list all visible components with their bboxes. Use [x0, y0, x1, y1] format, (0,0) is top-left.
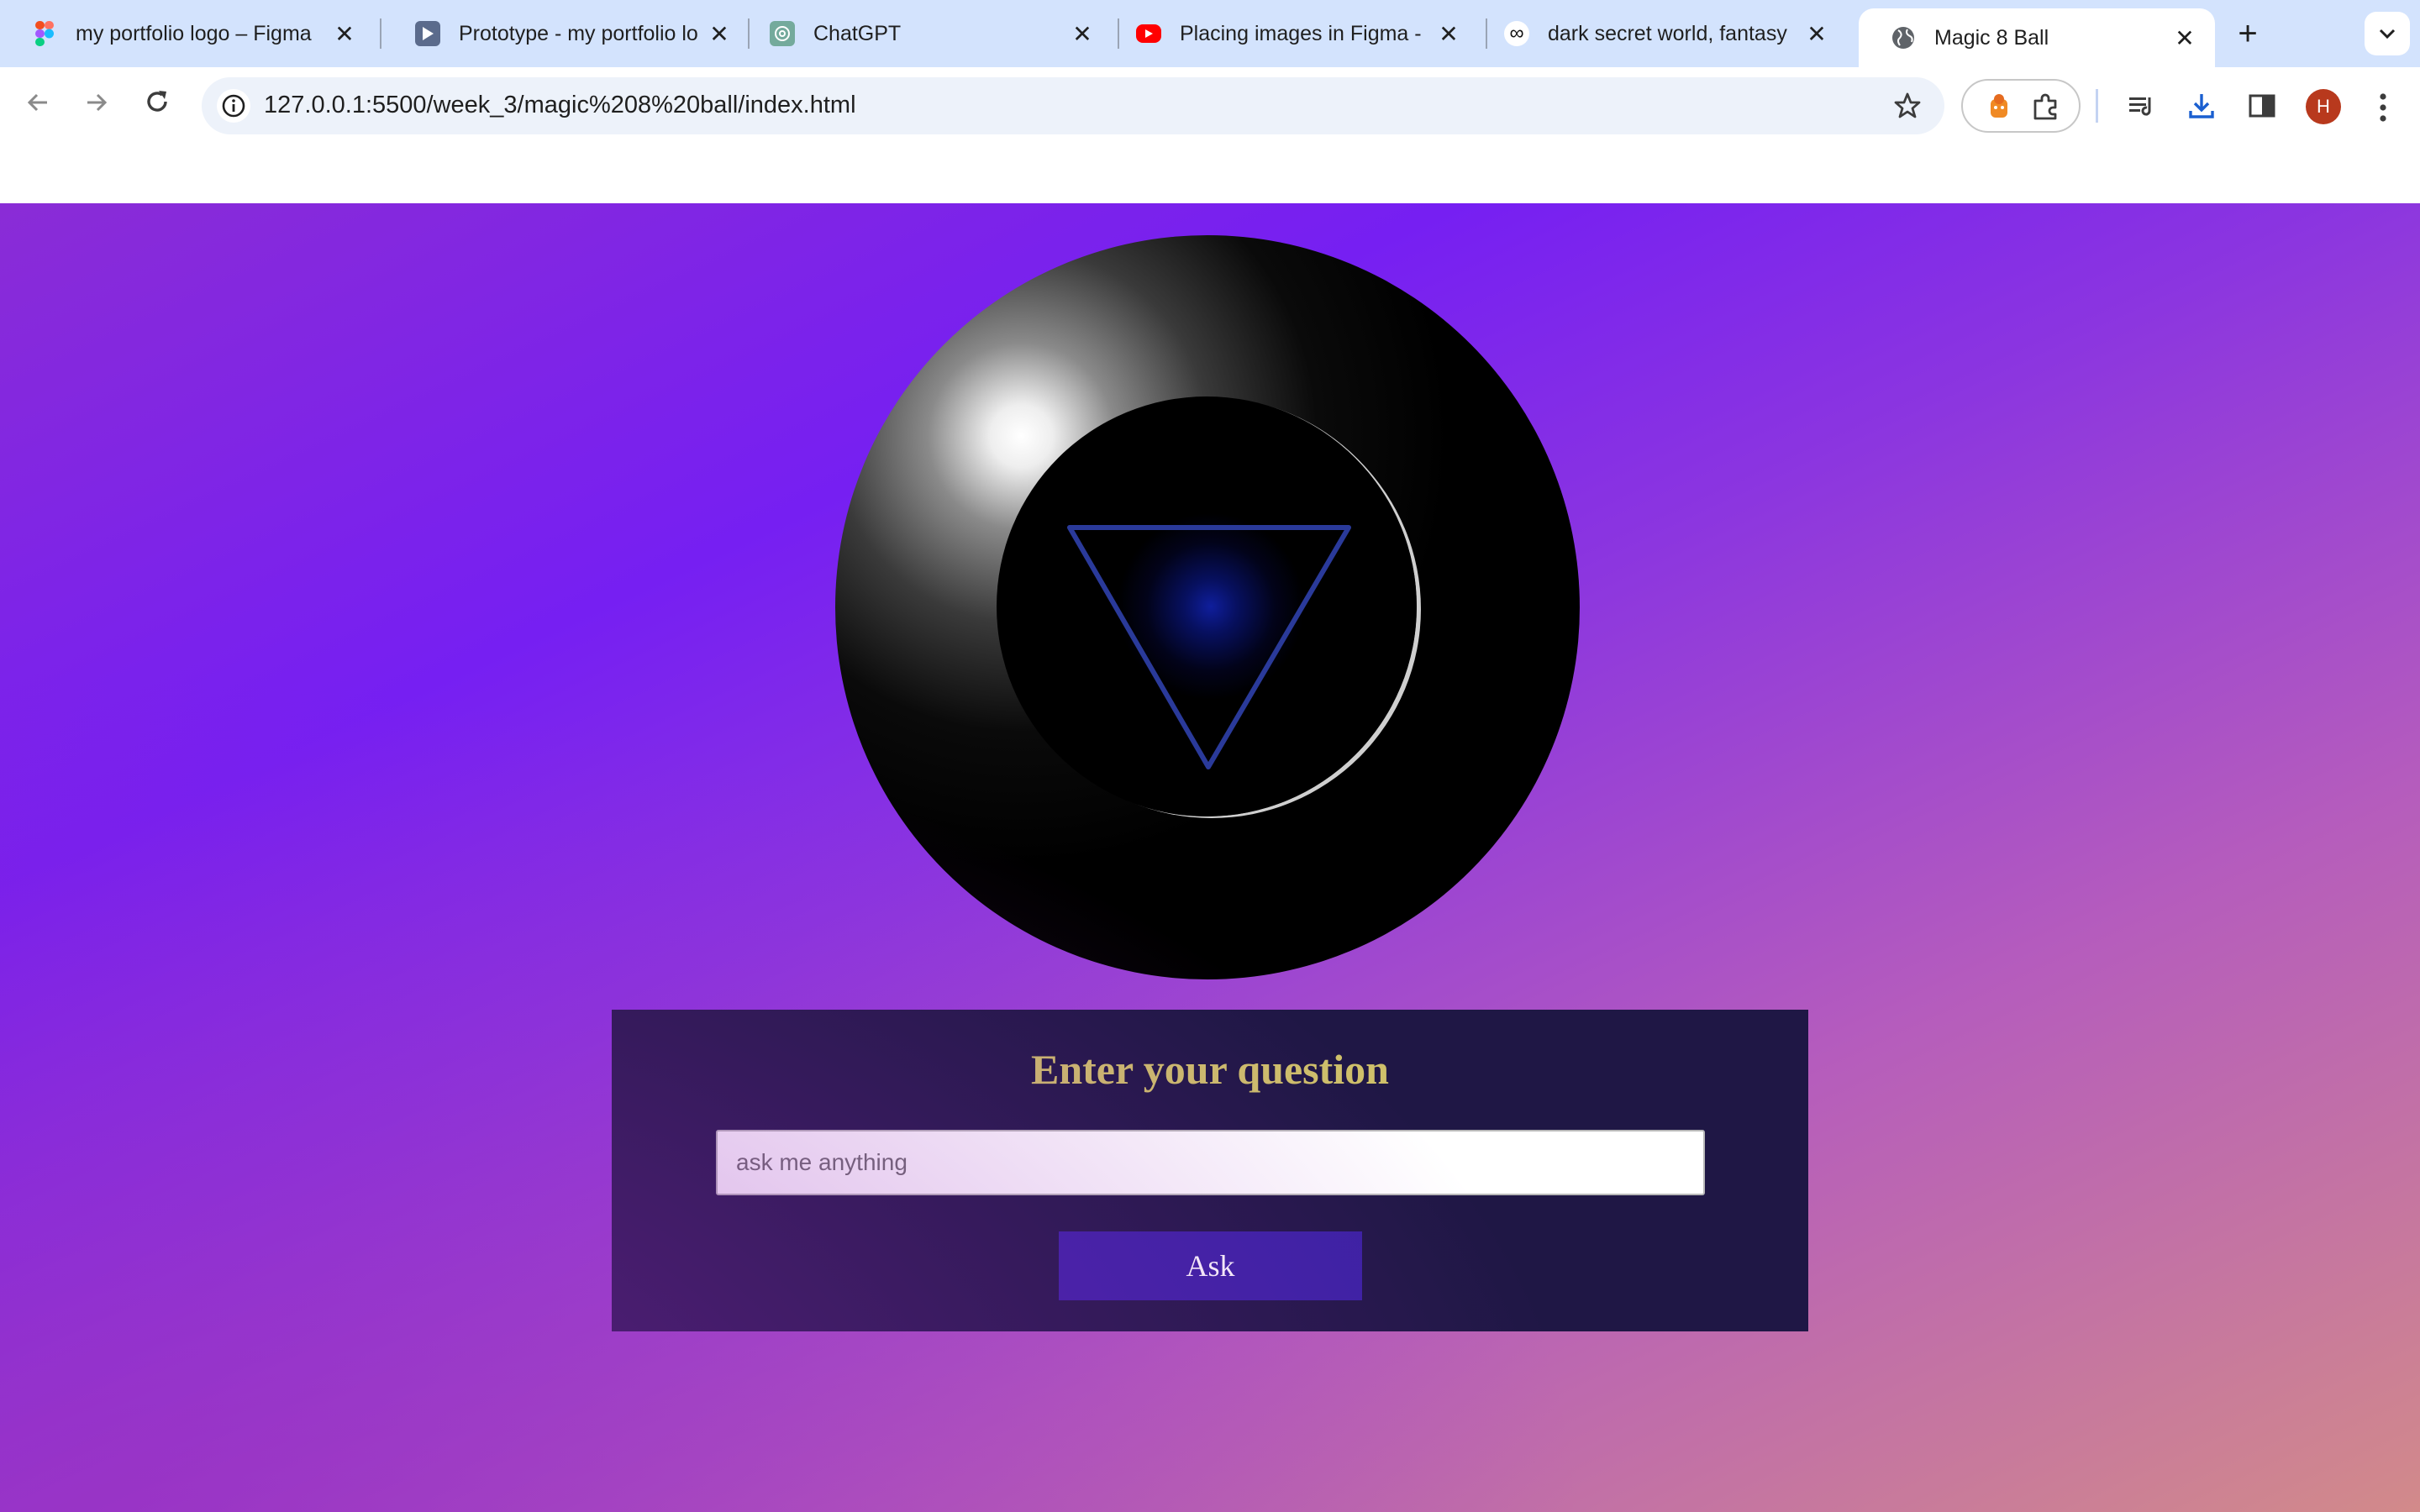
question-heading: Enter your question — [1030, 1046, 1389, 1093]
extension-icon[interactable] — [1983, 91, 2015, 123]
tab-title: Prototype - my portfolio lo — [459, 21, 698, 45]
media-queue-icon[interactable] — [2121, 86, 2161, 126]
tab-title: ChatGPT — [813, 21, 902, 45]
question-panel: Enter your question Ask — [612, 1010, 1808, 1331]
url-text[interactable]: 127.0.0.1:5500/week_3/magic%208%20ball/i… — [264, 92, 856, 119]
profile-avatar[interactable]: H — [2306, 89, 2341, 124]
tab-chatgpt[interactable]: ChatGPT ✕ — [738, 0, 1113, 67]
reload-icon — [144, 87, 171, 123]
tab-figma-logo[interactable]: my portfolio logo – Figma ✕ — [0, 0, 375, 67]
kebab-menu-icon[interactable] — [2366, 87, 2400, 128]
ask-button[interactable]: Ask — [1059, 1231, 1362, 1300]
close-icon[interactable]: ✕ — [329, 18, 360, 49]
tab-strip: my portfolio logo – Figma ✕ Prototype - … — [0, 0, 2420, 67]
tab-title: Placing images in Figma - — [1180, 21, 1422, 45]
side-panel-icon[interactable] — [2242, 86, 2282, 126]
browser-toolbar: 127.0.0.1:5500/week_3/magic%208%20ball/i… — [0, 67, 2420, 203]
arrow-left-icon — [25, 87, 50, 123]
toolbar-separator — [2096, 89, 2098, 123]
figma-prototype-icon — [415, 21, 440, 46]
tab-dark-secret-world[interactable]: ∞ dark secret world, fantasy ✕ — [1472, 0, 1847, 67]
info-icon[interactable] — [217, 89, 250, 123]
globe-icon — [1891, 25, 1916, 50]
reload-button[interactable] — [136, 84, 178, 126]
tab-title: dark secret world, fantasy — [1548, 21, 1787, 45]
address-bar[interactable]: 127.0.0.1:5500/week_3/magic%208%20ball/i… — [202, 77, 1944, 134]
question-input[interactable] — [716, 1130, 1705, 1195]
arrow-right-icon — [84, 87, 109, 123]
forward-button[interactable] — [76, 84, 118, 126]
tab-title: my portfolio logo – Figma — [76, 21, 312, 45]
youtube-icon — [1136, 24, 1161, 43]
puzzle-icon[interactable] — [2030, 91, 2062, 123]
chatgpt-icon — [770, 21, 795, 46]
close-icon[interactable]: ✕ — [1067, 18, 1097, 49]
page-viewport: Enter your question Ask — [0, 203, 2420, 1512]
tab-figma-prototype[interactable]: Prototype - my portfolio lo ✕ — [383, 0, 750, 67]
tab-youtube[interactable]: Placing images in Figma - ✕ — [1104, 0, 1479, 67]
figma-icon — [32, 21, 57, 46]
bookmark-star-icon[interactable] — [1889, 87, 1926, 124]
tab-title: Magic 8 Ball — [1934, 25, 2049, 50]
magic-8-ball[interactable] — [835, 235, 1580, 979]
close-icon[interactable]: ✕ — [1434, 18, 1464, 49]
download-icon[interactable] — [2181, 86, 2222, 126]
tab-separator — [380, 18, 381, 49]
back-button[interactable] — [17, 84, 59, 126]
tab-search-button[interactable] — [2365, 12, 2410, 55]
close-icon[interactable]: ✕ — [1802, 18, 1832, 49]
close-icon[interactable]: ✕ — [704, 18, 734, 49]
infinity-icon: ∞ — [1504, 21, 1529, 46]
chevron-down-icon — [2378, 23, 2396, 45]
answer-triangle — [1067, 525, 1351, 769]
extensions-group — [1961, 79, 2081, 133]
new-tab-button[interactable]: + — [2228, 15, 2267, 52]
tab-magic-8-ball[interactable]: Magic 8 Ball ✕ — [1859, 8, 2215, 67]
close-icon[interactable]: ✕ — [2170, 23, 2200, 53]
